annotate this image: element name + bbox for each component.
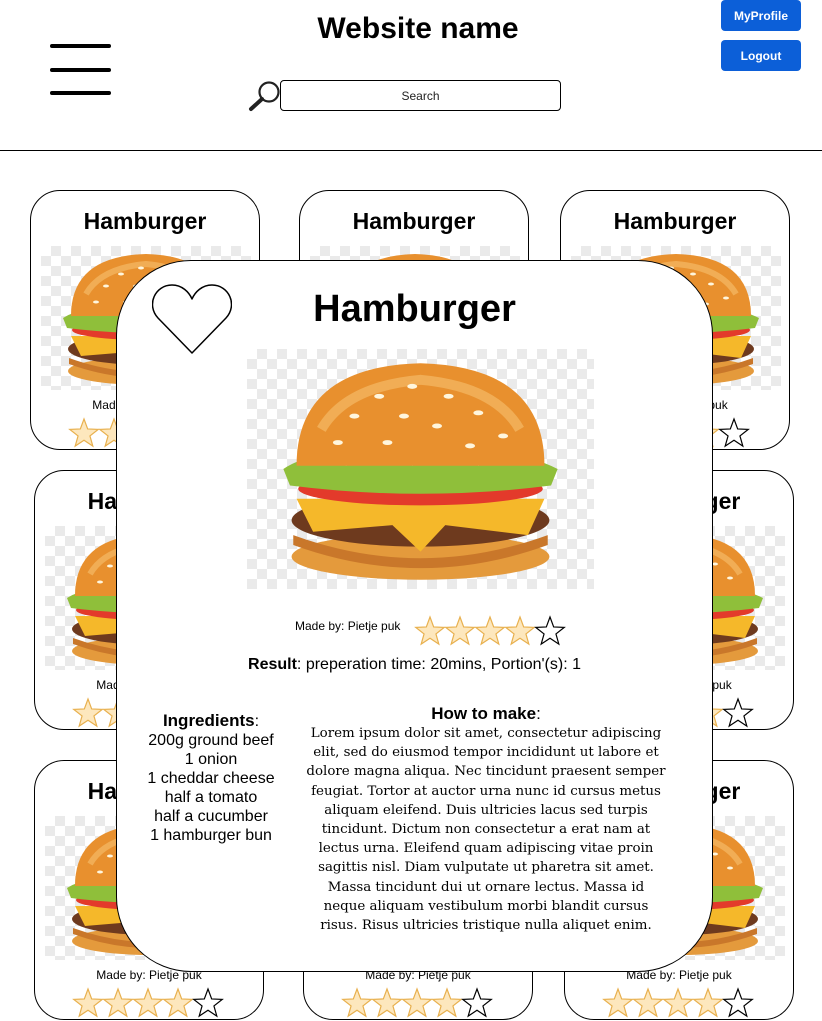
- star-empty-icon[interactable]: [722, 987, 754, 1018]
- star-filled-icon[interactable]: [692, 987, 724, 1018]
- site-title: Website name: [317, 12, 519, 45]
- recipe-detail-modal: Hamburger Made by: Pietje puk Result: pr…: [116, 260, 713, 972]
- card-rating-stars[interactable]: [341, 987, 493, 1019]
- card-title: Hamburger: [83, 208, 207, 234]
- my-profile-button[interactable]: MyProfile: [721, 0, 801, 31]
- ingredient-item: half a tomato: [164, 789, 258, 806]
- how-to-make-section: How to make: Lorem ipsum dolor sit amet,…: [305, 704, 667, 935]
- hamburger-image: [283, 363, 558, 580]
- ingredient-item: 1 hamburger bun: [150, 827, 272, 844]
- star-filled-icon[interactable]: [72, 697, 104, 728]
- star-filled-icon[interactable]: [72, 987, 104, 1018]
- recipe-title: Hamburger: [313, 288, 516, 330]
- ingredients-section: Ingredients: 200g ground beef 1 onion 1 ch…: [141, 711, 281, 845]
- menu-bar: [50, 68, 111, 72]
- how-to-make-label: How to make: [431, 704, 537, 723]
- recipe-image: [247, 349, 594, 589]
- ingredient-item: 1 onion: [184, 751, 238, 768]
- star-filled-icon[interactable]: [414, 615, 446, 646]
- how-to-make-text: Lorem ipsum dolor sit amet, consectetur …: [306, 726, 666, 934]
- star-filled-icon[interactable]: [504, 615, 536, 646]
- star-empty-icon[interactable]: [461, 987, 493, 1018]
- star-filled-icon[interactable]: [371, 987, 403, 1018]
- search-icon[interactable]: [248, 80, 282, 112]
- star-filled-icon[interactable]: [602, 987, 634, 1018]
- result-text: : preperation time: 20mins, Portion'(s):…: [296, 656, 581, 673]
- star-empty-icon[interactable]: [192, 987, 224, 1018]
- card-title: Hamburger: [352, 208, 476, 234]
- ingredient-item: half a cucumber: [154, 808, 268, 825]
- star-filled-icon[interactable]: [632, 987, 664, 1018]
- rating-stars[interactable]: [414, 615, 566, 652]
- logout-button[interactable]: Logout: [721, 40, 801, 71]
- star-filled-icon[interactable]: [341, 987, 373, 1018]
- menu-bar: [50, 91, 111, 95]
- star-filled-icon[interactable]: [444, 615, 476, 646]
- star-filled-icon[interactable]: [162, 987, 194, 1018]
- star-empty-icon[interactable]: [722, 697, 754, 728]
- star-filled-icon[interactable]: [102, 987, 134, 1018]
- star-empty-icon[interactable]: [534, 615, 566, 646]
- star-filled-icon[interactable]: [132, 987, 164, 1018]
- recipe-result: Result: preperation time: 20mins, Portio…: [117, 656, 712, 674]
- star-filled-icon[interactable]: [431, 987, 463, 1018]
- hamburger-menu-icon[interactable]: [50, 44, 112, 96]
- star-empty-icon[interactable]: [718, 417, 750, 448]
- star-filled-icon[interactable]: [401, 987, 433, 1018]
- recipe-author: Made by: Pietje puk: [295, 619, 401, 633]
- star-filled-icon[interactable]: [662, 987, 694, 1018]
- star-filled-icon[interactable]: [68, 417, 100, 448]
- search-input[interactable]: [280, 80, 561, 111]
- header-divider: [0, 150, 822, 151]
- result-label: Result: [248, 656, 297, 673]
- ingredient-item: 1 cheddar cheese: [147, 770, 275, 787]
- card-rating-stars[interactable]: [72, 987, 224, 1019]
- card-rating-stars[interactable]: [602, 987, 754, 1019]
- card-title: Hamburger: [613, 208, 737, 234]
- ingredients-list: 200g ground beef 1 onion 1 cheddar cheese h…: [141, 731, 281, 845]
- star-filled-icon[interactable]: [474, 615, 506, 646]
- ingredient-item: 200g ground beef: [148, 732, 274, 749]
- ingredients-label: Ingredients: [162, 711, 255, 730]
